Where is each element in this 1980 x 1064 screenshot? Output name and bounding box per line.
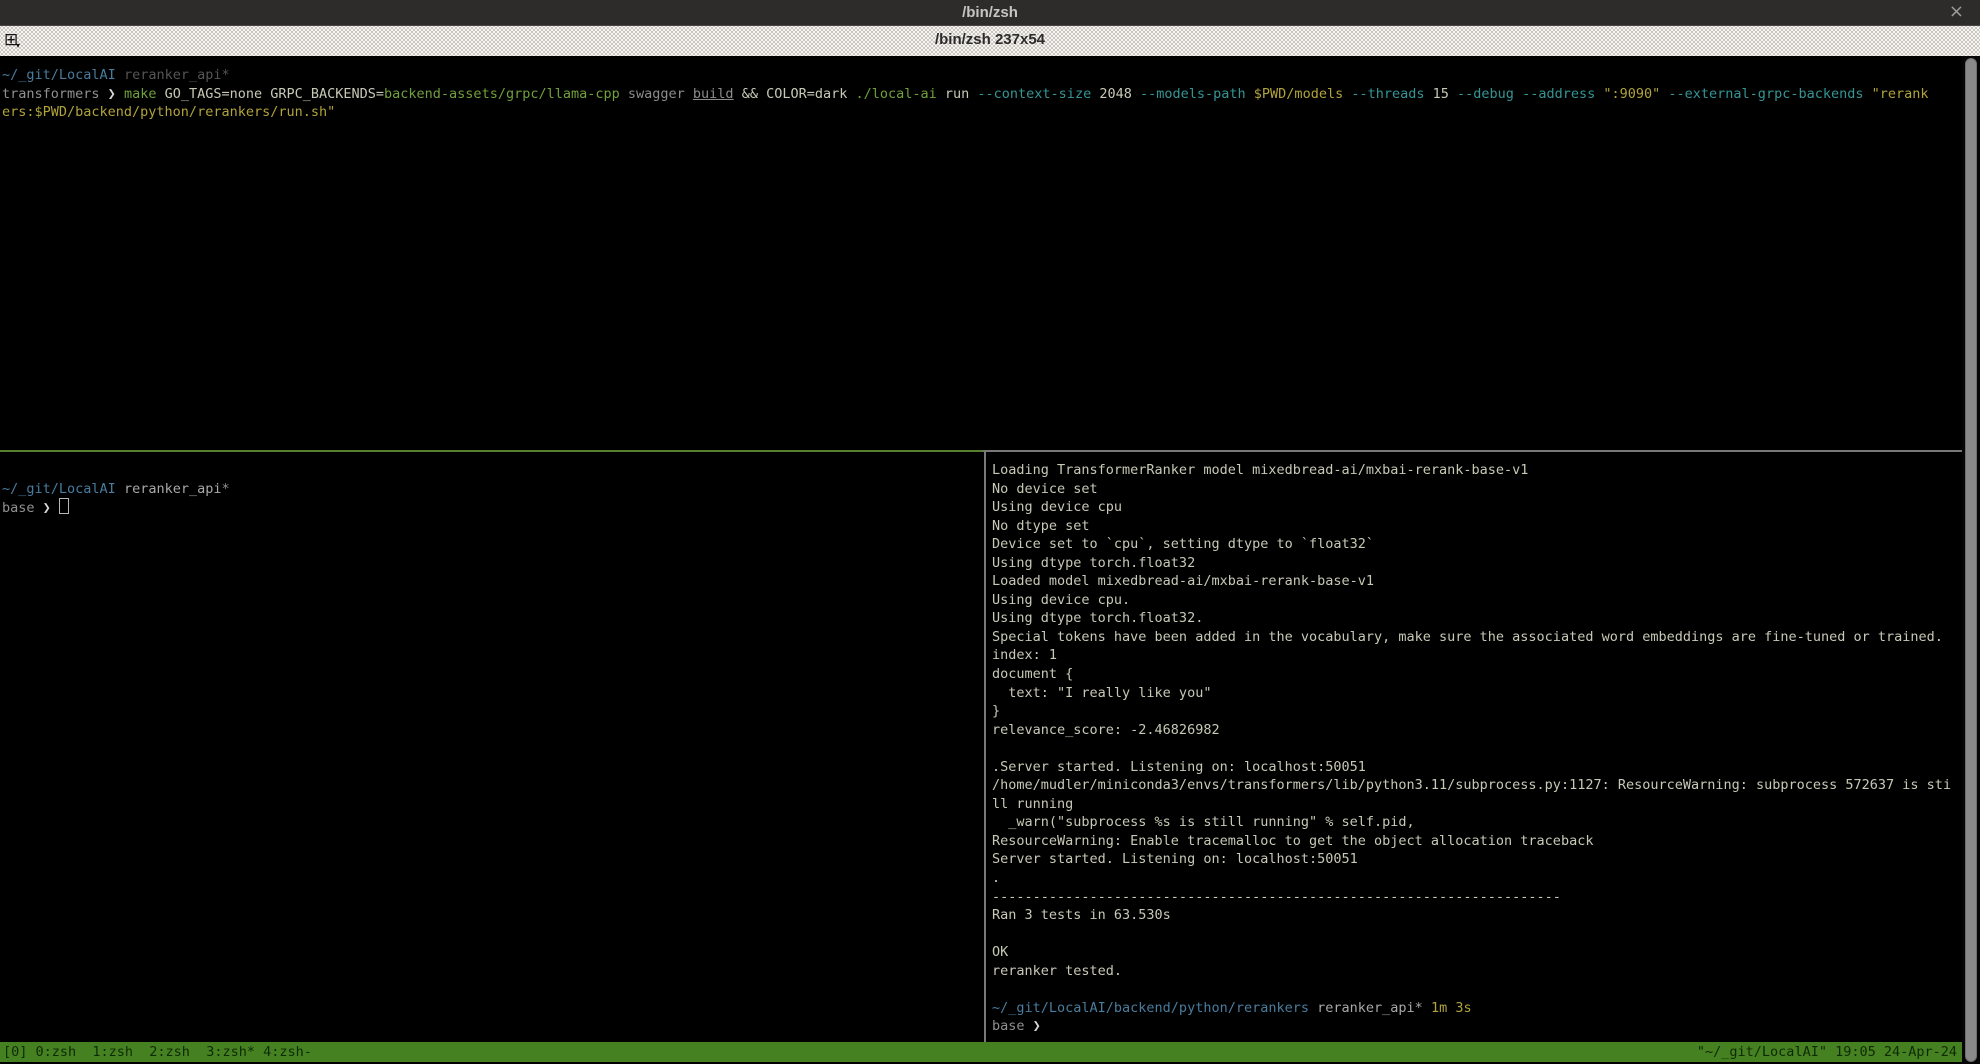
terminal-line: ResourceWarning: Enable tracemalloc to g… — [992, 832, 1958, 851]
terminal-line: . — [992, 869, 1958, 888]
terminal-line: No dtype set — [992, 517, 1958, 536]
pane-bottom-left-shell[interactable]: ~/_git/LocalAI reranker_api*base ❯ — [2, 461, 977, 517]
terminal-window: /bin/zsh × ⊞ ▾ /bin/zsh 237x54 ~/_git/Lo… — [0, 0, 1980, 1064]
terminal-line: Using dtype torch.float32. — [992, 609, 1958, 628]
terminal-line: Ran 3 tests in 63.530s — [992, 906, 1958, 925]
tab-bar: ⊞ ▾ /bin/zsh 237x54 — [0, 25, 1980, 56]
terminal-line — [992, 925, 1958, 944]
terminal-line — [992, 980, 1958, 999]
terminal-line: base ❯ — [992, 1017, 1958, 1036]
pane-bottom-right-output[interactable]: Loading TransformerRanker model mixedbre… — [992, 461, 1958, 1036]
terminal-line: Device set to `cpu`, setting dtype to `f… — [992, 535, 1958, 554]
tmux-window-list[interactable]: [0] 0:zsh 1:zsh 2:zsh 3:zsh* 4:zsh- — [3, 1042, 312, 1062]
window-titlebar[interactable]: /bin/zsh × — [0, 0, 1980, 25]
pane-border-horizontal[interactable] — [983, 450, 1962, 452]
terminal-line: Using dtype torch.float32 — [992, 554, 1958, 573]
terminal-line: OK — [992, 943, 1958, 962]
terminal-line: No device set — [992, 480, 1958, 499]
terminal-line: index: 1 — [992, 646, 1958, 665]
terminal-line: /home/mudler/miniconda3/envs/transformer… — [992, 776, 1958, 795]
terminal-cursor — [59, 498, 69, 514]
scrollbar-track[interactable] — [1962, 56, 1980, 1064]
terminal-line: Server started. Listening on: localhost:… — [992, 850, 1958, 869]
terminal-line: .Server started. Listening on: localhost… — [992, 758, 1958, 777]
terminal-line: transformers ❯ make GO_TAGS=none GRPC_BA… — [2, 85, 1958, 104]
terminal-line: document { — [992, 665, 1958, 684]
close-icon[interactable]: × — [1949, 1, 1964, 23]
terminal-line: Loading TransformerRanker model mixedbre… — [992, 461, 1958, 480]
terminal-line: ----------------------------------------… — [992, 888, 1958, 907]
terminal-line — [2, 461, 977, 480]
window-title: /bin/zsh — [0, 4, 1980, 21]
tmux-session-info: "~/_git/LocalAI" 19:05 24-Apr-24 — [1697, 1042, 1957, 1062]
pane-border-horizontal-active[interactable] — [0, 450, 983, 452]
pane-top-shell[interactable]: ~/_git/LocalAI reranker_api*transformers… — [2, 66, 1958, 122]
tmux-status-bar: [0] 0:zsh 1:zsh 2:zsh 3:zsh* 4:zsh- "~/_… — [0, 1042, 1962, 1062]
terminal-line: ~/_git/LocalAI/backend/python/rerankers … — [992, 999, 1958, 1018]
terminal-line: text: "I really like you" — [992, 684, 1958, 703]
terminal-line: relevance_score: -2.46826982 — [992, 721, 1958, 740]
terminal-line: Using device cpu. — [992, 591, 1958, 610]
tmux-session: ~/_git/LocalAI reranker_api*transformers… — [0, 56, 1980, 1043]
terminal-line: } — [992, 702, 1958, 721]
terminal-line: _warn("subprocess %s is still running" %… — [992, 813, 1958, 832]
tab-title: /bin/zsh 237x54 — [0, 31, 1980, 48]
terminal-line: reranker tested. — [992, 962, 1958, 981]
terminal-line: Special tokens have been added in the vo… — [992, 628, 1958, 647]
terminal-line: ers:$PWD/backend/python/rerankers/run.sh… — [2, 103, 1958, 122]
terminal-line: base ❯ — [2, 498, 977, 517]
terminal-line: Loaded model mixedbread-ai/mxbai-rerank-… — [992, 572, 1958, 591]
terminal-line: ~/_git/LocalAI reranker_api* — [2, 480, 977, 499]
terminal-line: Using device cpu — [992, 498, 1958, 517]
terminal-line: ll running — [992, 795, 1958, 814]
terminal-line: ~/_git/LocalAI reranker_api* — [2, 66, 1958, 85]
pane-border-vertical[interactable] — [984, 450, 986, 1043]
scrollbar-thumb[interactable] — [1965, 58, 1977, 1062]
terminal-line — [992, 739, 1958, 758]
